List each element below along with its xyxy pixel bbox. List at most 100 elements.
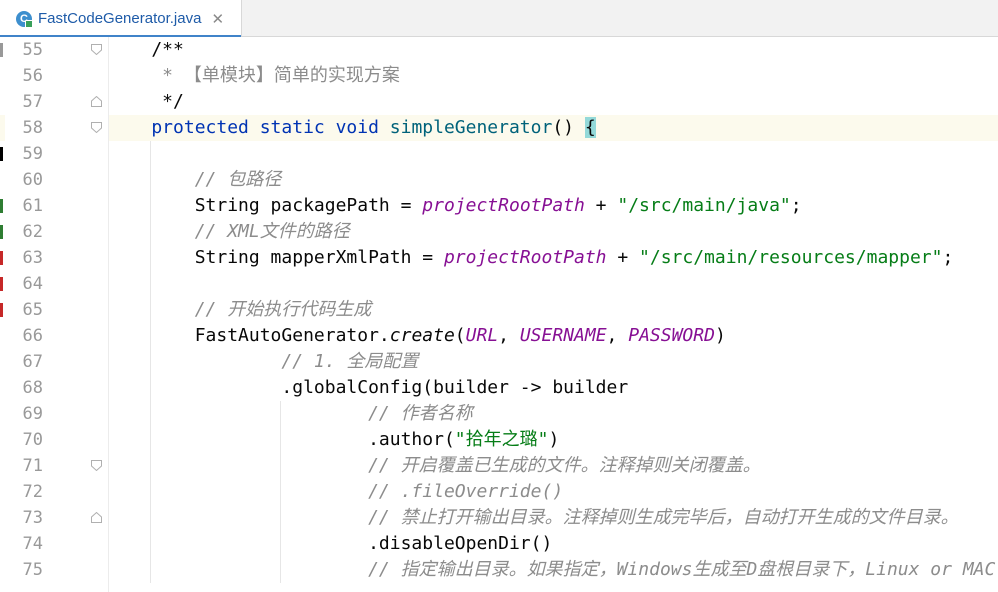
code-token: simpleGenerator [389,117,553,138]
code-line: // 开启覆盖已生成的文件。注释掉则关闭覆盖。 [108,453,761,479]
code-token: { [584,117,596,138]
line-number: 68 [22,378,43,398]
fold-toggle-icon[interactable] [91,122,102,133]
code-token: /** [108,39,184,60]
code-line: .disableOpenDir() [108,531,552,557]
line-number: 67 [22,352,43,372]
code-line: */ [108,89,184,115]
code-token: */ [108,91,184,112]
code-token: , [606,325,629,346]
code-token: URL [465,325,499,346]
change-marker [0,199,3,213]
code-token: .globalConfig(builder -> builder [108,377,629,398]
code-token: // .fileOverride() [108,481,564,502]
code-token: + [606,247,640,268]
line-number: 62 [22,222,43,242]
line-number: 61 [22,196,43,216]
change-marker [0,147,3,161]
code-token: "/src/main/java" [617,195,791,216]
line-number: 74 [22,534,43,554]
editor-tab-bar: C FastCodeGenerator.java ✕ [0,0,998,38]
code-line: FastAutoGenerator.create(URL, USERNAME, … [108,323,726,349]
code-token: , [498,325,520,346]
line-number: 55 [22,40,43,60]
code-token: ) [714,325,726,346]
code-line: /** [108,37,184,63]
code-token: .disableOpenDir() [108,533,553,554]
code-token: create [389,325,455,346]
fold-toggle-icon[interactable] [91,460,102,471]
code-token: // 禁止打开输出目录。注释掉则生成完毕后，自动打开生成的文件目录。 [108,507,959,528]
line-number: 69 [22,404,43,424]
code-editor[interactable]: 55 56 57 58 59 60 61 62 63 64 65 66 67 68 69 70 71 72 73 74… [0,37,998,592]
code-token: projectRootPath [443,247,607,268]
code-token: String packagePath = [108,195,423,216]
code-line: * 【单模块】简单的实现方案 [108,63,400,89]
line-number: 64 [22,274,43,294]
line-number: 66 [22,326,43,346]
code-line: // .fileOverride() [108,479,563,505]
line-number: 63 [22,248,43,268]
code-token: .author( [108,429,455,450]
code-line: // 开始执行代码生成 [108,297,372,323]
code-area[interactable]: /** * 【单模块】简单的实现方案 */ protected static v… [108,37,998,592]
code-token: // XML文件的路径 [108,221,350,242]
change-marker [0,43,3,57]
code-line: // 禁止打开输出目录。注释掉则生成完毕后，自动打开生成的文件目录。 [108,505,959,531]
line-number: 60 [22,170,43,190]
code-token: ; [790,195,802,216]
line-number: 57 [22,92,43,112]
code-token: // 指定输出目录。如果指定，Windows生成至D盘根目录下，Linux or… [108,559,996,580]
fold-toggle-icon[interactable] [91,512,102,523]
code-token: // 1. 全局配置 [108,351,419,372]
line-number: 58 [22,118,43,138]
code-token: + [584,195,618,216]
tab-fastcodegenerator[interactable]: C FastCodeGenerator.java ✕ [0,0,242,38]
code-token: "拾年之璐" [454,429,549,450]
line-number: 70 [22,430,43,450]
code-token: ; [942,247,954,268]
line-number: 56 [22,66,43,86]
line-number: 72 [22,482,43,502]
change-marker [0,303,3,317]
fold-toggle-icon[interactable] [91,44,102,55]
code-token: // 作者名称 [108,403,473,424]
code-token: PASSWORD [628,325,715,346]
code-token: void [335,117,390,138]
line-number: 71 [22,456,43,476]
line-number: 73 [22,508,43,528]
close-icon[interactable]: ✕ [211,10,224,28]
code-line: // 1. 全局配置 [108,349,418,375]
code-line: .globalConfig(builder -> builder [108,375,628,401]
code-line: // 包路径 [108,167,282,193]
code-line: String mapperXmlPath = projectRootPath +… [108,245,954,271]
code-line: // 作者名称 [108,401,473,427]
code-token: // 包路径 [108,169,282,190]
code-token: static [259,117,336,138]
code-token: // 开始执行代码生成 [108,299,372,320]
change-marker [0,277,3,291]
code-token: projectRootPath [422,195,585,216]
java-class-icon: C [16,10,33,28]
line-number: 59 [22,144,43,164]
code-token: USERNAME [519,325,607,346]
tab-label: FastCodeGenerator.java [38,10,202,27]
change-marker [0,225,3,239]
line-number: 65 [22,300,43,320]
fold-toggle-icon[interactable] [91,96,102,107]
code-line: .author("拾年之璐") [108,427,559,453]
line-number: 75 [22,560,43,580]
code-line: // XML文件的路径 [108,219,350,245]
code-token: protected [108,117,260,138]
code-token: FastAutoGenerator. [108,325,390,346]
code-token: ) [548,429,560,450]
code-token: "/src/main/resources/mapper" [639,247,943,268]
change-marker [0,251,3,265]
code-token: // 开启覆盖已生成的文件。注释掉则关闭覆盖。 [108,455,761,476]
code-line: String packagePath = projectRootPath + "… [108,193,802,219]
code-token: * 【单模块】简单的实现方案 [108,65,400,86]
code-token: String mapperXmlPath = [108,247,444,268]
code-token: ( [454,325,466,346]
code-line: // 指定输出目录。如果指定，Windows生成至D盘根目录下，Linux or… [108,557,995,583]
code-line: protected static void simpleGenerator() … [108,115,596,141]
